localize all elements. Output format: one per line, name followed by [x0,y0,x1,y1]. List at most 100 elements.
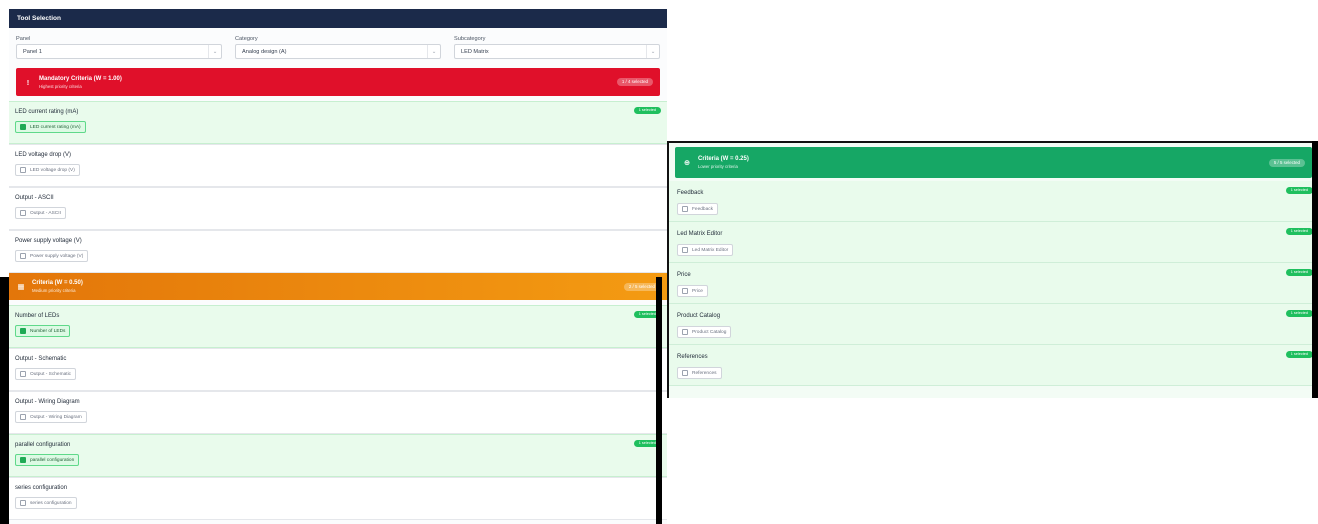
criterion-option-label: Power supply voltage (V) [30,253,84,259]
chevron-down-icon: ⌄ [427,45,440,58]
panel-select[interactable]: Panel 1 ⌄ [16,44,222,59]
criterion-name: Output - Schematic [15,356,67,362]
criterion-option-chip[interactable]: Product Catalog [677,326,732,338]
criterion-name: Output - Wiring Diagram [15,399,80,405]
criterion-option-label: parallel configuration [30,457,75,463]
criterion-option-chip[interactable]: Feedback [677,203,719,215]
panel-selector: Panel Panel 1 ⌄ [16,35,222,59]
criterion-option-chip[interactable]: Output - Schematic [15,368,77,380]
criterion-option-label: Output - Schematic [30,371,72,377]
exclamation-icon: ! [26,77,30,87]
mandatory-criteria-title: Mandatory Criteria (W = 1.00) [39,75,122,82]
criterion-name: Output - ASCII [15,195,54,201]
checkbox-icon [20,457,26,463]
selector-row: Panel Panel 1 ⌄ Category Analog design (… [9,28,667,59]
criterion-option-chip[interactable]: Output - ASCII [15,207,66,219]
criterion-option-chip[interactable]: Number of LEDs [15,325,71,337]
criterion-row-price: Price Price 1 selected [669,263,1318,304]
checkbox-icon [682,370,688,376]
criterion-name: Feedback [677,190,704,196]
criterion-option-chip[interactable]: Output - Wiring Diagram [15,411,87,423]
category-selector: Category Analog design (A) ⌄ [235,35,441,59]
selected-count-badge: 1 selected [1285,228,1313,235]
criterion-row-product-catalog: Product Catalog Product Catalog 1 selected [669,304,1318,345]
criterion-name: Number of LEDs [15,313,60,319]
checkbox-icon [682,206,688,212]
criterion-option-chip[interactable]: LED current rating (mA) [15,121,86,133]
checkbox-icon [20,414,26,420]
chevron-down-icon: ⌄ [208,45,221,58]
selected-count-badge: 1 selected [1285,351,1313,358]
medium-criteria-list: Number of LEDs Number of LEDs 1 selected Ou… [9,305,667,520]
checkbox-icon [20,371,26,377]
criterion-name: Power supply voltage (V) [15,238,82,244]
checkbox-icon [20,328,26,334]
category-select-value: Analog design (A) [242,48,287,55]
criterion-row-power-supply-voltage-v: Power supply voltage (V) Power supply vol… [9,230,667,273]
lower-criteria-title: Criteria (W = 0.25) [698,156,749,162]
lower-criteria-texts: Criteria (W = 0.25) Lower priority crite… [698,155,1269,170]
criterion-option-label: Price [692,288,703,294]
criterion-option-chip[interactable]: LED voltage drop (V) [15,164,80,176]
criterion-name: Led Matrix Editor [677,231,723,237]
subcategory-selector: Subcategory LED Matrix ⌄ [454,35,660,59]
criterion-row-output-schematic: Output - Schematic Output - Schematic [9,348,667,391]
checkbox-icon [20,167,26,173]
subcategory-label: Subcategory [454,36,486,42]
checkbox-icon [20,253,26,259]
tool-selection-panel: Tool Selection Panel Panel 1 ⌄ Category … [9,9,667,524]
criterion-option-chip[interactable]: Power supply voltage (V) [15,250,89,262]
criterion-option-chip[interactable]: series configuration [15,497,77,509]
black-divider-right [1312,141,1318,398]
lower-criteria-list: Feedback Feedback 1 selected Led Matrix Edi… [669,181,1318,386]
criterion-option-label: series configuration [30,500,72,506]
criterion-option-chip[interactable]: Price [677,285,708,297]
lower-criteria-header[interactable]: ⊕ Criteria (W = 0.25) Lower priority cri… [675,147,1312,178]
selected-count-badge: 1 selected [1285,310,1313,317]
selected-count-badge: 1 selected [633,107,661,114]
checkbox-icon [20,500,26,506]
criterion-row-led-matrix-editor: Led Matrix Editor Led Matrix Editor 1 sele… [669,222,1318,263]
subcategory-select-value: LED Matrix [461,48,489,55]
selected-count-badge: 1 selected [1285,269,1313,276]
mandatory-criteria-texts: Mandatory Criteria (W = 1.00) Highest pr… [39,75,617,90]
criterion-option-label: Led Matrix Editor [692,247,729,253]
checkbox-icon [20,210,26,216]
criterion-option-label: References [692,370,717,376]
selected-count-badge: 1 selected [1285,187,1313,194]
lower-selected-count: 5 / 5 selected [1268,158,1305,167]
criterion-name: LED voltage drop (V) [15,152,72,158]
criterion-option-chip[interactable]: References [677,367,722,379]
mandatory-selected-count: 1 / 4 selected [616,78,653,86]
criterion-option-label: Output - ASCII [30,210,61,216]
panel-select-value: Panel 1 [23,48,42,55]
medium-selected-count: 2 / 5 selected [623,282,660,291]
criterion-option-chip[interactable]: parallel configuration [15,454,80,466]
criterion-option-label: LED voltage drop (V) [30,167,75,173]
criterion-name: Price [677,272,691,278]
criterion-option-label: Feedback [692,206,714,212]
subcategory-select[interactable]: LED Matrix ⌄ [454,44,660,59]
mandatory-criteria-header[interactable]: ! Mandatory Criteria (W = 1.00) Highest … [16,68,660,96]
mandatory-criteria-list: LED current rating (mA) LED current ratin… [9,101,667,273]
medium-criteria-subtitle: Medium priority criteria [32,288,76,293]
black-divider-middle [656,277,662,524]
criterion-name: parallel configuration [15,442,71,448]
criterion-row-series-configuration: series configuration series configuration [9,477,667,520]
criterion-option-label: Product Catalog [692,329,727,335]
panel-label: Panel [16,36,31,42]
criterion-option-label: Output - Wiring Diagram [30,414,82,420]
criterion-option-chip[interactable]: Led Matrix Editor [677,244,734,256]
criterion-row-number-of-leds: Number of LEDs Number of LEDs 1 selected [9,305,667,348]
category-select[interactable]: Analog design (A) ⌄ [235,44,441,59]
grid-icon: ▦ [17,282,25,291]
criterion-row-feedback: Feedback Feedback 1 selected [669,181,1318,222]
chevron-down-icon: ⌄ [646,45,659,58]
checkbox-icon [682,288,688,294]
medium-criteria-header[interactable]: ▦ Criteria (W = 0.50) Medium priority cr… [9,273,667,300]
criterion-row-output-ascii: Output - ASCII Output - ASCII [9,187,667,230]
criterion-name: Product Catalog [677,313,721,319]
lower-criteria-subtitle: Lower priority criteria [698,164,738,169]
page-title: Tool Selection [9,9,667,28]
medium-criteria-texts: Criteria (W = 0.50) Medium priority crit… [32,279,624,294]
